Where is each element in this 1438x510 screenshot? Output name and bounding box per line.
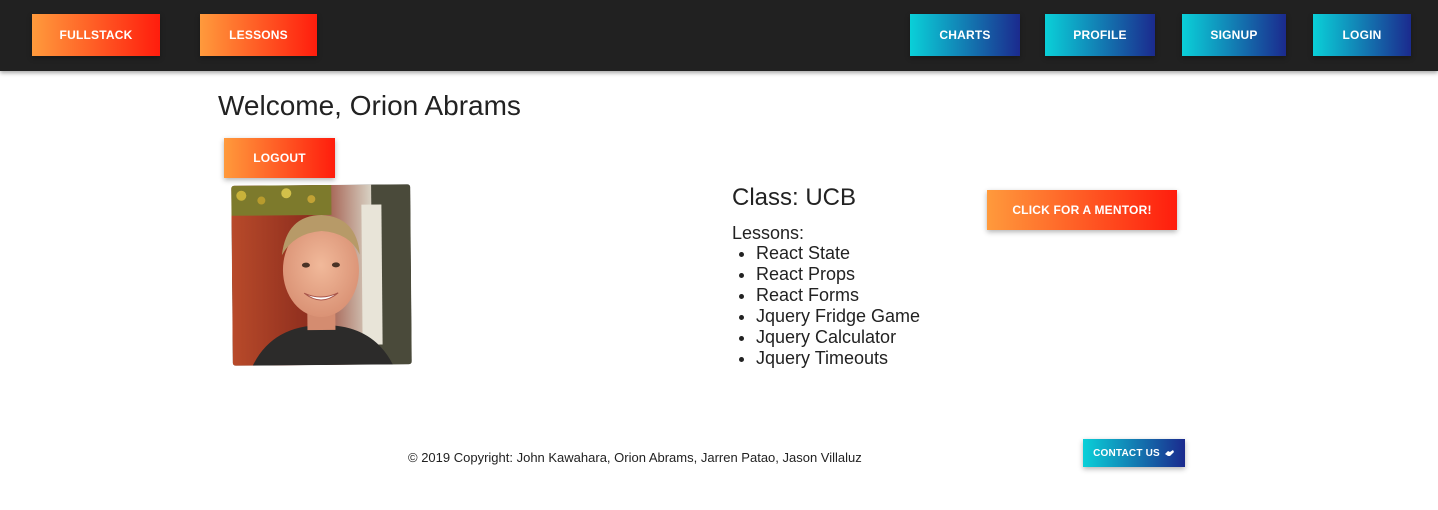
list-item: Jquery Fridge Game <box>756 306 920 327</box>
avatar <box>231 184 412 366</box>
footer-copyright: © 2019 Copyright: John Kawahara, Orion A… <box>408 450 862 465</box>
nav-lessons-label: LESSONS <box>229 28 288 42</box>
list-item: React Forms <box>756 285 920 306</box>
logout-label: LOGOUT <box>253 151 306 165</box>
nav-charts-button[interactable]: CHARTS <box>910 14 1020 56</box>
logout-button[interactable]: LOGOUT <box>224 138 335 178</box>
list-item: React State <box>756 243 920 264</box>
lessons-list: React State React Props React Forms Jque… <box>732 243 920 369</box>
list-item: React Props <box>756 264 920 285</box>
mentor-button[interactable]: CLICK FOR A MENTOR! <box>987 190 1177 230</box>
nav-signup-button[interactable]: SIGNUP <box>1182 14 1286 56</box>
nav-signup-label: SIGNUP <box>1210 28 1258 42</box>
contact-us-button[interactable]: CONTACT US <box>1083 439 1185 467</box>
nav-profile-label: PROFILE <box>1073 28 1127 42</box>
class-title: Class: UCB <box>732 184 857 211</box>
nav-profile-button[interactable]: PROFILE <box>1045 14 1155 56</box>
nav-login-button[interactable]: LOGIN <box>1313 14 1411 56</box>
nav-fullstack-button[interactable]: FULLSTACK <box>32 14 160 56</box>
contact-us-label: CONTACT US <box>1093 447 1160 459</box>
list-item: Jquery Calculator <box>756 327 920 348</box>
handshake-icon <box>1164 449 1175 458</box>
mentor-label: CLICK FOR A MENTOR! <box>1012 203 1152 217</box>
nav-charts-label: CHARTS <box>939 28 991 42</box>
nav-fullstack-label: FULLSTACK <box>59 28 133 42</box>
nav-login-label: LOGIN <box>1342 28 1382 42</box>
avatar-photo <box>231 184 412 366</box>
list-item: Jquery Timeouts <box>756 348 920 369</box>
nav-lessons-button[interactable]: LESSONS <box>200 14 317 56</box>
navbar: FULLSTACK LESSONS CHARTS PROFILE SIGNUP … <box>0 0 1438 71</box>
welcome-heading: Welcome, Orion Abrams <box>218 90 521 121</box>
lessons-label: Lessons: <box>732 223 805 243</box>
